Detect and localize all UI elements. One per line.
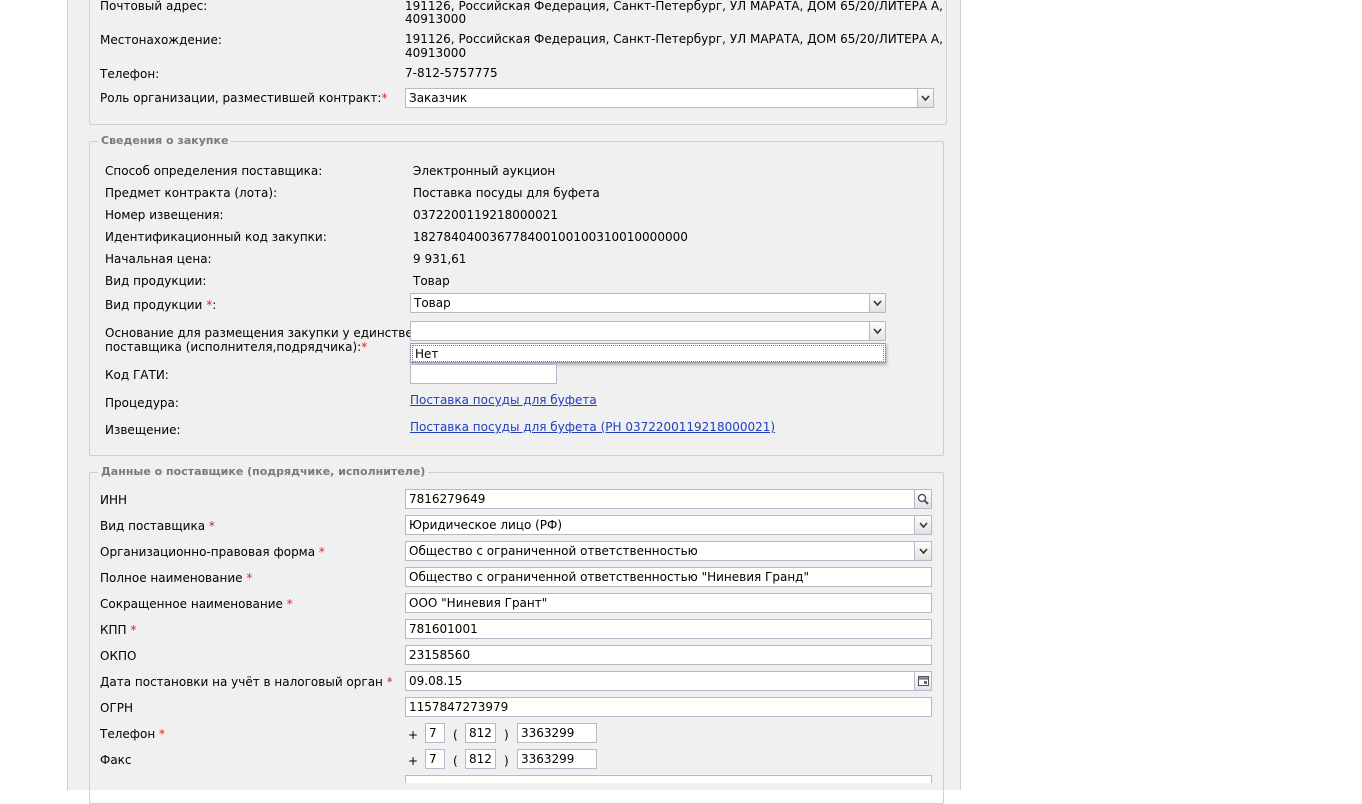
- inn-input[interactable]: 7816279649: [405, 489, 915, 509]
- supplier-type-dropdown-button[interactable]: [914, 515, 932, 535]
- fax-country-code-input[interactable]: 7: [425, 749, 445, 769]
- procedure-link[interactable]: Поставка посуды для буфета: [410, 393, 597, 407]
- purchase-info-legend: Сведения о закупке: [98, 134, 232, 147]
- notice-link[interactable]: Поставка посуды для буфета (РН 037220011…: [410, 420, 775, 434]
- fax-number-input[interactable]: 3363299: [517, 749, 597, 769]
- org-role-select[interactable]: Заказчик: [405, 88, 918, 108]
- product-type-select[interactable]: Товар: [410, 293, 870, 313]
- full-name-input[interactable]: Общество с ограниченной ответственностью…: [405, 567, 932, 587]
- org-role-label: Роль организации, разместившей контракт:…: [100, 91, 388, 105]
- inn-search-button[interactable]: [914, 489, 932, 509]
- dropdown-option-none[interactable]: Нет: [412, 345, 884, 362]
- initial-price-label: Начальная цена:: [105, 252, 212, 266]
- calendar-button[interactable]: [914, 671, 932, 691]
- location-value-cont: 40913000: [405, 46, 467, 60]
- postal-address-value: 191126, Российская Федерация, Санкт-Пете…: [405, 0, 943, 13]
- kpp-label: КПП *: [100, 623, 137, 637]
- gati-code-input[interactable]: [410, 364, 557, 384]
- supplier-phone-label: Телефон *: [100, 727, 166, 741]
- chevron-down-icon: [873, 328, 882, 334]
- postal-address-label: Почтовый адрес:: [100, 0, 208, 13]
- supplier-method-label: Способ определения поставщика:: [105, 164, 323, 178]
- notice-label: Извещение:: [105, 423, 181, 437]
- procedure-label: Процедура:: [105, 396, 179, 410]
- notice-number-value: 0372200119218000021: [413, 208, 559, 222]
- okpo-label: ОКПО: [100, 649, 137, 663]
- supplier-method-value: Электронный аукцион: [413, 164, 556, 178]
- location-value: 191126, Российская Федерация, Санкт-Пете…: [405, 32, 943, 46]
- short-name-label: Сокращенное наименование *: [100, 597, 293, 611]
- phone-number-input[interactable]: 3363299: [517, 723, 597, 743]
- calendar-icon: [917, 676, 929, 686]
- legal-form-dropdown-button[interactable]: [914, 541, 932, 561]
- sole-supplier-basis-dropdown-list: Нет: [410, 343, 886, 363]
- chevron-down-icon: [918, 548, 928, 554]
- fax-area-code-input[interactable]: 812: [465, 749, 496, 769]
- sole-supplier-basis-select[interactable]: [410, 321, 870, 341]
- tax-registration-date-label: Дата постановки на учёт в налоговый орга…: [100, 675, 393, 689]
- kpp-input[interactable]: 781601001: [405, 619, 932, 639]
- ogrn-input[interactable]: 1157847273979: [405, 697, 932, 717]
- chevron-down-icon: [873, 300, 882, 306]
- postal-address-value-cont: 40913000: [405, 12, 467, 26]
- gati-code-label: Код ГАТИ:: [105, 368, 169, 382]
- inn-label: ИНН: [100, 493, 128, 507]
- legal-form-select[interactable]: Общество с ограниченной ответственностью: [405, 541, 915, 561]
- okpo-input[interactable]: 23158560: [405, 645, 932, 665]
- supplier-type-select[interactable]: Юридическое лицо (РФ): [405, 515, 915, 535]
- supplier-legend: Данные о поставщике (подрядчике, исполни…: [98, 465, 429, 478]
- search-icon: [917, 493, 929, 505]
- product-type-dropdown-button[interactable]: [869, 293, 886, 313]
- tax-registration-date-input[interactable]: 09.08.15: [405, 671, 915, 691]
- product-type-value: Товар: [413, 274, 450, 288]
- notice-number-label: Номер извещения:: [105, 208, 224, 222]
- sole-supplier-basis-dropdown-button[interactable]: [869, 321, 886, 341]
- phone-country-code-input[interactable]: 7: [425, 723, 445, 743]
- fax-open-paren: (: [453, 754, 458, 768]
- chevron-down-icon: [918, 522, 928, 528]
- org-phone-label: Телефон:: [100, 67, 160, 81]
- product-type-select-label: Вид продукции *:: [105, 298, 217, 312]
- sole-supplier-basis-label-cont: поставщика (исполнителя,подрядчика):*: [105, 340, 368, 354]
- initial-price-value: 9 931,61: [413, 252, 467, 266]
- product-type-label: Вид продукции:: [105, 274, 207, 288]
- chevron-down-icon: [921, 95, 930, 101]
- fax-plus: +: [408, 754, 419, 768]
- contract-subject-label: Предмет контракта (лота):: [105, 186, 278, 200]
- purchase-id-code-label: Идентификационный код закупки:: [105, 230, 327, 244]
- org-phone-value: 7-812-5757775: [405, 66, 498, 80]
- short-name-input[interactable]: ООО "Ниневия Грант": [405, 593, 932, 613]
- contract-subject-value: Поставка посуды для буфета: [413, 186, 600, 200]
- ogrn-label: ОГРН: [100, 701, 134, 715]
- location-label: Местонахождение:: [100, 33, 222, 47]
- full-name-label: Полное наименование *: [100, 571, 253, 585]
- phone-open-paren: (: [453, 728, 458, 742]
- phone-plus: +: [408, 728, 419, 742]
- next-field-input[interactable]: [405, 775, 932, 783]
- phone-close-paren: ): [504, 728, 509, 742]
- fax-label: Факс: [100, 753, 132, 767]
- sole-supplier-basis-label: Основание для размещения закупки у единс…: [105, 326, 450, 340]
- legal-form-label: Организационно-правовая форма *: [100, 545, 325, 559]
- purchase-id-code-value: 182784040036778400100100310010000000: [413, 230, 688, 244]
- supplier-type-label: Вид поставщика *: [100, 519, 215, 533]
- org-role-dropdown-button[interactable]: [917, 88, 934, 108]
- phone-area-code-input[interactable]: 812: [465, 723, 496, 743]
- fax-close-paren: ): [504, 754, 509, 768]
